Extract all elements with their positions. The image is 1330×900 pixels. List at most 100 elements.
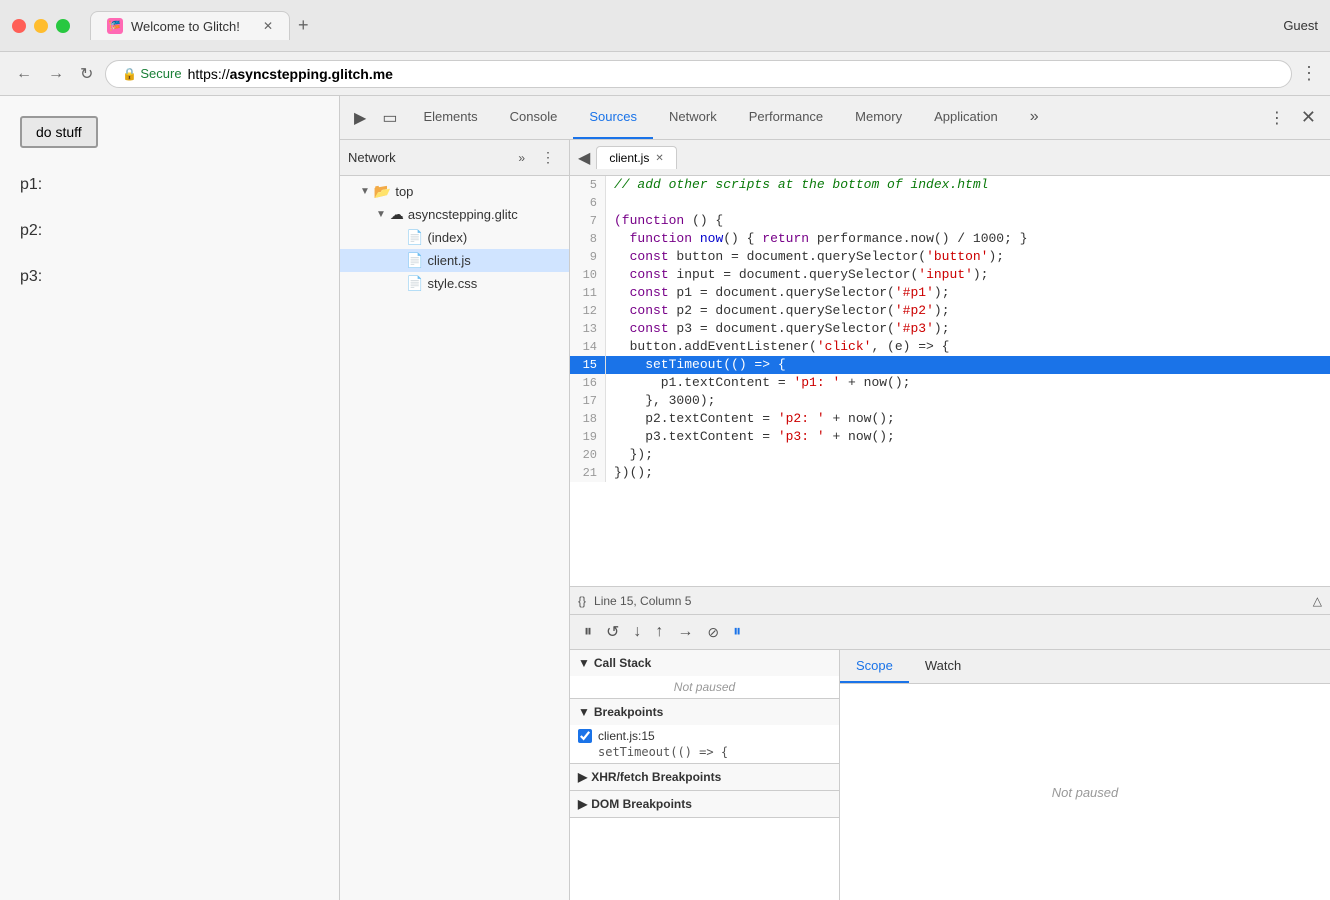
code-tab-close-button[interactable]: ✕: [655, 153, 663, 164]
code-line-16: 16 p1.textContent = 'p1: ' + now();: [570, 374, 1330, 392]
sidebar-more-button[interactable]: »: [512, 147, 531, 169]
tree-item-style-css[interactable]: 📄 style.css: [340, 272, 569, 295]
scope-body: Not paused: [840, 684, 1330, 900]
code-line-9: 9 const button = document.querySelector(…: [570, 248, 1330, 266]
breakpoints-header[interactable]: ▼ Breakpoints: [570, 699, 839, 725]
dom-arrow: ▶: [578, 797, 587, 811]
tab-network[interactable]: Network: [653, 96, 733, 139]
tree-label-top: top: [395, 184, 413, 199]
browser-menu-button[interactable]: ⋮: [1300, 63, 1318, 84]
step-button[interactable]: →: [671, 619, 699, 645]
step-over-button[interactable]: ↺: [600, 618, 625, 646]
code-editor[interactable]: 5 // add other scripts at the bottom of …: [570, 176, 1330, 586]
code-line-19: 19 p3.textContent = 'p3: ' + now();: [570, 428, 1330, 446]
sidebar-toggle-button[interactable]: ◀: [574, 144, 594, 172]
close-traffic-light[interactable]: [12, 19, 26, 33]
tab-watch[interactable]: Watch: [909, 650, 977, 683]
back-button[interactable]: ←: [12, 61, 36, 87]
minimize-traffic-light[interactable]: [34, 19, 48, 33]
code-line-14: 14 button.addEventListener('click', (e) …: [570, 338, 1330, 356]
tab-performance[interactable]: Performance: [733, 96, 839, 139]
call-stack-section: ▼ Call Stack Not paused: [570, 650, 839, 699]
scope-tabs: Scope Watch: [840, 650, 1330, 684]
status-position: Line 15, Column 5: [594, 594, 691, 608]
forward-button[interactable]: →: [44, 61, 68, 87]
inspect-element-button[interactable]: ▶: [348, 104, 372, 132]
breakpoints-label: Breakpoints: [594, 705, 663, 719]
tab-scope[interactable]: Scope: [840, 650, 909, 683]
pause-resume-button[interactable]: ⏸: [578, 619, 598, 645]
tab-sources[interactable]: Sources: [573, 96, 653, 139]
tab-close-button[interactable]: ✕: [263, 19, 273, 33]
do-stuff-button[interactable]: do stuff: [20, 116, 98, 148]
new-tab-button[interactable]: +: [294, 11, 313, 40]
dom-breakpoints-header[interactable]: ▶ DOM Breakpoints: [570, 791, 839, 817]
devtools-close-button[interactable]: ✕: [1295, 103, 1322, 132]
folder-icon-top: 📂: [374, 183, 391, 200]
pretty-print-button[interactable]: {}: [578, 594, 586, 608]
tab-memory[interactable]: Memory: [839, 96, 918, 139]
xhr-breakpoints-section: ▶ XHR/fetch Breakpoints: [570, 764, 839, 791]
url-host: asyncstepping.glitch.me: [230, 66, 393, 82]
sidebar-menu-button[interactable]: ⋮: [535, 145, 561, 170]
xhr-label: XHR/fetch Breakpoints: [591, 770, 721, 784]
css-file-icon: 📄: [406, 275, 423, 292]
call-stack-header[interactable]: ▼ Call Stack: [570, 650, 839, 676]
expand-arrow-origin: ▼: [376, 209, 386, 220]
tree-item-top[interactable]: ▼ 📂 top: [340, 180, 569, 203]
code-tab-filename: client.js: [609, 151, 649, 165]
call-stack-status: Not paused: [674, 680, 735, 694]
dom-label: DOM Breakpoints: [591, 797, 692, 811]
call-stack-panel: ▼ Call Stack Not paused ▼ Breakpoints: [570, 650, 840, 900]
p3-label: p3:: [20, 268, 319, 286]
tree-item-index[interactable]: 📄 (index): [340, 226, 569, 249]
browser-tab[interactable]: 🎏 Welcome to Glitch! ✕: [90, 11, 290, 40]
breakpoint-code: setTimeout(() => {: [578, 745, 831, 759]
maximize-traffic-light[interactable]: [56, 19, 70, 33]
html-file-icon: 📄: [406, 229, 423, 246]
address-input[interactable]: 🔒 Secure https://asyncstepping.glitch.me: [105, 60, 1292, 88]
format-button[interactable]: △: [1313, 594, 1322, 608]
reload-button[interactable]: ↻: [76, 60, 97, 88]
code-tabs: ◀ client.js ✕: [570, 140, 1330, 176]
device-toolbar-button[interactable]: ▭: [376, 104, 403, 132]
code-tab-client-js[interactable]: client.js ✕: [596, 146, 676, 169]
code-line-8: 8 function now() { return performance.no…: [570, 230, 1330, 248]
secure-label: Secure: [140, 66, 181, 81]
browser-viewport: do stuff p1: p2: p3:: [0, 96, 340, 900]
breakpoint-item: client.js:15 setTimeout(() => {: [570, 725, 839, 763]
tab-favicon: 🎏: [107, 18, 123, 34]
devtools-settings-button[interactable]: ⋮: [1263, 104, 1291, 132]
breakpoint-file-label: client.js:15: [598, 729, 655, 743]
secure-badge: 🔒 Secure: [122, 66, 181, 81]
scope-panel: Scope Watch Not paused: [840, 650, 1330, 900]
sidebar-network-tab[interactable]: Network: [348, 150, 508, 165]
tab-elements[interactable]: Elements: [407, 96, 493, 139]
tab-label: Welcome to Glitch!: [131, 19, 240, 34]
step-out-button[interactable]: ↑: [649, 619, 669, 645]
more-tabs-button[interactable]: »: [1014, 96, 1055, 139]
call-stack-label: Call Stack: [594, 656, 651, 670]
code-line-13: 13 const p3 = document.querySelector('#p…: [570, 320, 1330, 338]
code-line-12: 12 const p2 = document.querySelector('#p…: [570, 302, 1330, 320]
guest-label: Guest: [1283, 18, 1318, 33]
tab-bar: 🎏 Welcome to Glitch! ✕ +: [90, 11, 1275, 40]
tab-console[interactable]: Console: [494, 96, 574, 139]
pause-on-exceptions-button[interactable]: ⏸: [727, 619, 747, 645]
tree-item-client-js[interactable]: 📄 client.js: [340, 249, 569, 272]
js-file-icon: 📄: [406, 252, 423, 269]
main-area: do stuff p1: p2: p3: ▶ ▭ Elements Consol…: [0, 96, 1330, 900]
tab-application[interactable]: Application: [918, 96, 1014, 139]
dom-breakpoints-section: ▶ DOM Breakpoints: [570, 791, 839, 818]
sources-sidebar-header: Network » ⋮: [340, 140, 569, 176]
tree-item-origin[interactable]: ▼ ☁ asyncstepping.glitc: [340, 203, 569, 226]
url-text: https://asyncstepping.glitch.me: [188, 66, 393, 82]
code-line-6: 6: [570, 194, 1330, 212]
code-line-7: 7 (function () {: [570, 212, 1330, 230]
step-into-button[interactable]: ↓: [627, 619, 647, 645]
code-line-11: 11 const p1 = document.querySelector('#p…: [570, 284, 1330, 302]
debugger-bottom: ▼ Call Stack Not paused ▼ Breakpoints: [570, 650, 1330, 900]
deactivate-breakpoints-button[interactable]: ⊘: [701, 620, 725, 645]
xhr-breakpoints-header[interactable]: ▶ XHR/fetch Breakpoints: [570, 764, 839, 790]
breakpoint-checkbox[interactable]: [578, 729, 592, 743]
